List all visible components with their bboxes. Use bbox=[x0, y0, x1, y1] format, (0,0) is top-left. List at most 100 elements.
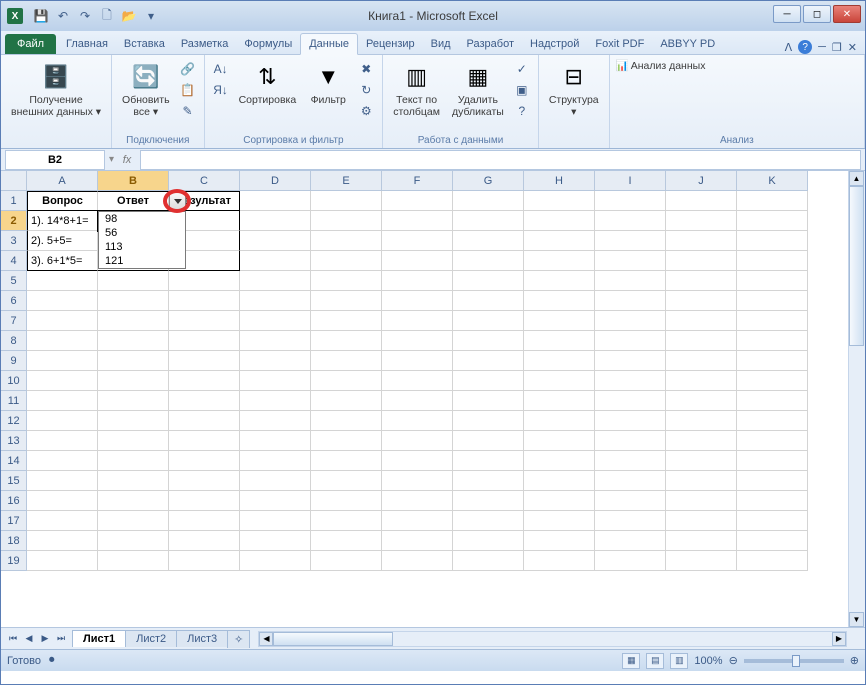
row-header[interactable]: 10 bbox=[1, 371, 27, 391]
sheet-next-icon[interactable]: ▶ bbox=[37, 631, 53, 647]
whatif-icon[interactable]: ? bbox=[512, 101, 532, 121]
properties-icon[interactable]: 📋 bbox=[178, 80, 198, 100]
row-header[interactable]: 2 bbox=[1, 211, 27, 231]
cell[interactable] bbox=[382, 291, 453, 311]
doc-minimize-icon[interactable]: ─ bbox=[818, 41, 826, 53]
cell[interactable] bbox=[524, 391, 595, 411]
cell[interactable] bbox=[27, 491, 98, 511]
cell[interactable] bbox=[27, 351, 98, 371]
cell[interactable] bbox=[737, 311, 808, 331]
cell[interactable] bbox=[311, 311, 382, 331]
cell[interactable] bbox=[524, 491, 595, 511]
cell[interactable] bbox=[595, 511, 666, 531]
cell[interactable] bbox=[524, 271, 595, 291]
row-header[interactable]: 1 bbox=[1, 191, 27, 211]
doc-close-icon[interactable]: ✕ bbox=[848, 41, 857, 54]
macro-record-icon[interactable]: ⏺ bbox=[49, 654, 55, 667]
cell[interactable] bbox=[524, 431, 595, 451]
cell[interactable] bbox=[453, 531, 524, 551]
cell[interactable] bbox=[524, 411, 595, 431]
tab-data[interactable]: Данные bbox=[300, 33, 358, 55]
cell[interactable] bbox=[595, 531, 666, 551]
sheet-last-icon[interactable]: ⏭ bbox=[53, 631, 69, 647]
cell[interactable] bbox=[98, 271, 169, 291]
cell[interactable]: 1). 14*8+1= bbox=[27, 211, 98, 231]
cell[interactable] bbox=[240, 511, 311, 531]
cell[interactable] bbox=[524, 251, 595, 271]
cell[interactable] bbox=[240, 231, 311, 251]
cell[interactable] bbox=[311, 271, 382, 291]
cell[interactable] bbox=[524, 451, 595, 471]
cell[interactable] bbox=[240, 531, 311, 551]
cell[interactable] bbox=[666, 471, 737, 491]
horizontal-scrollbar[interactable]: ◀ ▶ bbox=[258, 631, 847, 647]
cell[interactable] bbox=[737, 391, 808, 411]
cell[interactable] bbox=[169, 491, 240, 511]
cell[interactable] bbox=[240, 251, 311, 271]
cell[interactable] bbox=[27, 511, 98, 531]
row-header[interactable]: 16 bbox=[1, 491, 27, 511]
cell[interactable] bbox=[737, 211, 808, 231]
cell[interactable] bbox=[311, 451, 382, 471]
cell[interactable]: 3). 6+1*5= bbox=[27, 251, 98, 271]
cell[interactable] bbox=[737, 331, 808, 351]
cell[interactable] bbox=[240, 291, 311, 311]
cell[interactable] bbox=[666, 551, 737, 571]
cell[interactable] bbox=[169, 391, 240, 411]
cell[interactable] bbox=[311, 351, 382, 371]
cell[interactable] bbox=[169, 451, 240, 471]
cell[interactable] bbox=[453, 211, 524, 231]
cell[interactable] bbox=[382, 331, 453, 351]
zoom-level[interactable]: 100% bbox=[694, 655, 722, 667]
cell[interactable] bbox=[453, 271, 524, 291]
cell[interactable] bbox=[240, 471, 311, 491]
cell[interactable]: Ответ bbox=[98, 191, 169, 211]
row-header[interactable]: 14 bbox=[1, 451, 27, 471]
cell[interactable] bbox=[311, 491, 382, 511]
row-header[interactable]: 3 bbox=[1, 231, 27, 251]
tab-abbyy[interactable]: ABBYY PD bbox=[652, 34, 723, 54]
cell[interactable] bbox=[240, 371, 311, 391]
column-header[interactable]: B bbox=[98, 171, 169, 191]
cell[interactable] bbox=[524, 511, 595, 531]
cell[interactable] bbox=[27, 311, 98, 331]
cell[interactable] bbox=[737, 271, 808, 291]
cell[interactable] bbox=[240, 351, 311, 371]
cell[interactable] bbox=[595, 271, 666, 291]
cell[interactable] bbox=[169, 511, 240, 531]
cell[interactable] bbox=[27, 411, 98, 431]
sheet-prev-icon[interactable]: ◀ bbox=[21, 631, 37, 647]
cell[interactable] bbox=[595, 371, 666, 391]
cell[interactable] bbox=[169, 551, 240, 571]
cell[interactable] bbox=[382, 351, 453, 371]
dropdown-option[interactable]: 98 bbox=[99, 212, 185, 226]
cell[interactable] bbox=[524, 531, 595, 551]
column-header[interactable]: F bbox=[382, 171, 453, 191]
cell[interactable] bbox=[169, 371, 240, 391]
cell[interactable] bbox=[453, 311, 524, 331]
cell[interactable] bbox=[453, 411, 524, 431]
cell[interactable] bbox=[382, 491, 453, 511]
cell[interactable] bbox=[737, 191, 808, 211]
cell[interactable] bbox=[98, 531, 169, 551]
cell[interactable] bbox=[98, 351, 169, 371]
cell[interactable] bbox=[595, 291, 666, 311]
cell[interactable] bbox=[98, 411, 169, 431]
new-icon[interactable]: 🗋 bbox=[97, 6, 117, 26]
get-external-data-button[interactable]: 🗄️ Получение внешних данных ▾ bbox=[7, 59, 105, 120]
cell[interactable] bbox=[524, 551, 595, 571]
cell[interactable] bbox=[169, 411, 240, 431]
cell[interactable] bbox=[595, 431, 666, 451]
cell[interactable] bbox=[169, 351, 240, 371]
row-header[interactable]: 18 bbox=[1, 531, 27, 551]
page-break-view-icon[interactable]: ▥ bbox=[670, 653, 688, 669]
column-header[interactable]: D bbox=[240, 171, 311, 191]
cell[interactable]: Вопрос bbox=[27, 191, 98, 211]
scroll-right-icon[interactable]: ▶ bbox=[832, 632, 846, 646]
cell[interactable]: 2). 5+5= bbox=[27, 231, 98, 251]
scroll-left-icon[interactable]: ◀ bbox=[259, 632, 273, 646]
column-header[interactable]: I bbox=[595, 171, 666, 191]
tab-view[interactable]: Вид bbox=[423, 34, 459, 54]
cell[interactable] bbox=[666, 451, 737, 471]
cell[interactable] bbox=[240, 331, 311, 351]
